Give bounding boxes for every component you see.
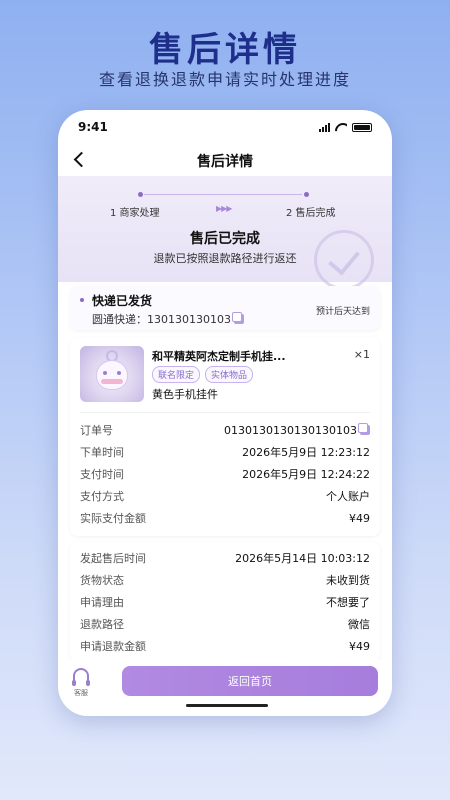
info-label: 货物状态 xyxy=(80,574,124,587)
info-value: 微信 xyxy=(348,618,370,631)
express-dot-icon xyxy=(80,298,84,302)
info-label: 支付方式 xyxy=(80,490,124,503)
info-label: 退款路径 xyxy=(80,618,124,631)
home-indicator[interactable] xyxy=(186,704,268,707)
express-tracking-text: 圆通快递：130130130103 xyxy=(92,313,231,326)
product-name[interactable]: 和平精英阿杰定制手机挂... xyxy=(152,348,286,364)
info-value: ¥49 xyxy=(349,511,370,525)
info-row-refund-amount: 申请退款金额 ¥49 xyxy=(80,638,370,654)
copy-icon[interactable] xyxy=(231,312,244,324)
product-variant: 黄色手机挂件 xyxy=(152,388,218,401)
product-image[interactable] xyxy=(80,346,144,402)
step-dot-2 xyxy=(304,192,309,197)
step-line xyxy=(144,194,302,195)
info-row-refund-path: 退款路径 微信 xyxy=(80,616,370,632)
step-arrows-icon: ▶▶▶ xyxy=(216,204,233,213)
info-row-pay-time: 支付时间 2026年5月9日 12:24:22 xyxy=(80,466,370,482)
info-label: 发起售后时间 xyxy=(80,552,146,565)
product-tag: 实体物品 xyxy=(205,366,254,383)
back-arrow-icon[interactable] xyxy=(73,151,90,168)
order-number: 0130130130130130103 xyxy=(224,423,357,437)
info-label: 下单时间 xyxy=(80,446,124,459)
divider xyxy=(80,412,370,413)
info-label: 订单号 xyxy=(80,424,113,437)
aftersale-card: 发起售后时间 2026年5月14日 10:03:12 货物状态 未收到货 申请理… xyxy=(70,542,380,662)
status-bar: 9:41 xyxy=(58,110,392,144)
wifi-icon xyxy=(335,123,347,132)
info-label: 申请退款金额 xyxy=(80,640,146,653)
info-value: 2026年5月9日 12:23:12 xyxy=(242,446,370,459)
info-label: 实际支付金额 xyxy=(80,512,146,525)
signal-icon xyxy=(319,122,330,132)
info-row-order-number: 订单号 0130130130130130103 xyxy=(80,422,370,438)
step-label-merchant: 1 商家处理 xyxy=(110,208,160,219)
page-title: 售后详情 xyxy=(197,154,253,170)
info-row-order-time: 下单时间 2026年5月9日 12:23:12 xyxy=(80,444,370,460)
return-home-button[interactable]: 返回首页 xyxy=(122,666,378,696)
info-row-reason: 申请理由 不想要了 xyxy=(80,594,370,610)
promo-subtitle: 查看退换退款申请实时处理进度 xyxy=(98,70,351,89)
promo-title: 售后详情 xyxy=(149,30,301,70)
step-dot-1 xyxy=(138,192,143,197)
express-card[interactable]: 快递已发货 圆通快递：130130130103 预计后天达到 xyxy=(70,286,380,330)
express-eta: 预计后天达到 xyxy=(315,307,370,317)
info-label: 支付时间 xyxy=(80,468,124,481)
info-value: 2026年5月9日 12:24:22 xyxy=(242,468,370,481)
status-icons xyxy=(319,122,372,132)
express-title: 快递已发货 xyxy=(92,294,153,308)
info-value: 个人账户 xyxy=(326,490,370,503)
product-tags: 联名限定 实体物品 xyxy=(152,366,254,383)
customer-service-label: 客服 xyxy=(74,689,88,697)
info-value: ¥49 xyxy=(349,639,370,653)
express-tracking: 圆通快递：130130130103 xyxy=(92,311,244,327)
customer-service-button[interactable]: 客服 xyxy=(66,668,96,698)
copy-icon[interactable] xyxy=(358,423,370,435)
progress-steps: 1 商家处理 ▶▶▶ 2 售后完成 xyxy=(110,190,342,220)
info-row-paid-amount: 实际支付金额 ¥49 xyxy=(80,510,370,526)
nav-bar: 售后详情 xyxy=(58,148,392,174)
info-label: 申请理由 xyxy=(80,596,124,609)
product-tag: 联名限定 xyxy=(152,366,201,383)
order-card: 和平精英阿杰定制手机挂... ×1 联名限定 实体物品 黄色手机挂件 订单号 0… xyxy=(70,338,380,536)
product-quantity: ×1 xyxy=(353,348,370,361)
info-row-aftersale-time: 发起售后时间 2026年5月14日 10:03:12 xyxy=(80,550,370,566)
info-value: 2026年5月14日 10:03:12 xyxy=(235,552,370,565)
info-value: 未收到货 xyxy=(326,574,370,587)
info-row-pay-method: 支付方式 个人账户 xyxy=(80,488,370,504)
phone-screen: 9:41 售后详情 1 商家处理 ▶▶▶ 2 售后完成 售后已完成 退款已按照退… xyxy=(58,110,392,716)
bottom-bar: 客服 返回首页 xyxy=(58,660,392,716)
info-value: 不想要了 xyxy=(326,596,370,609)
status-time: 9:41 xyxy=(78,120,108,134)
step-label-complete: 2 售后完成 xyxy=(286,208,336,219)
battery-icon xyxy=(352,122,372,132)
info-row-goods-status: 货物状态 未收到货 xyxy=(80,572,370,588)
check-icon xyxy=(314,230,374,290)
status-hero: 1 商家处理 ▶▶▶ 2 售后完成 售后已完成 退款已按照退款路径进行返还 xyxy=(58,176,392,290)
headset-icon xyxy=(72,668,89,686)
